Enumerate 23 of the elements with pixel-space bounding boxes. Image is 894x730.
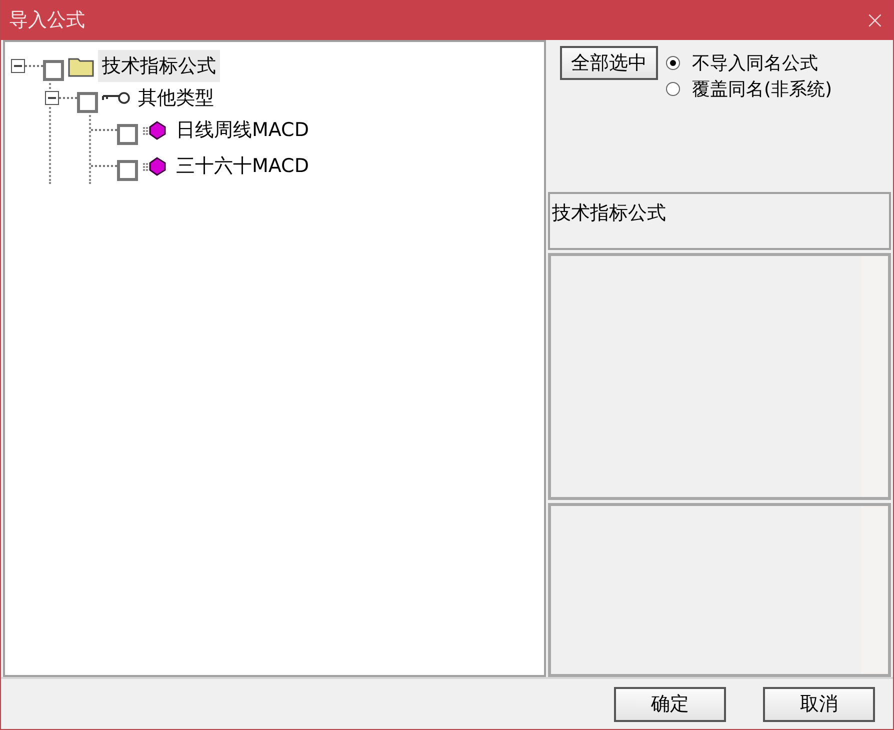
collapse-toggle[interactable] — [11, 59, 25, 73]
dialog-button[interactable]: 确定 — [614, 686, 726, 722]
key-icon — [102, 91, 130, 105]
radio-button[interactable] — [666, 82, 680, 96]
option-label[interactable]: 不导入同名公式 — [692, 51, 818, 75]
select-all-button[interactable]: 全部选中 — [560, 46, 658, 80]
tree-item[interactable]: 技术指标公式 — [98, 50, 220, 82]
tree-item[interactable]: 日线周线MACD — [172, 114, 313, 146]
checkbox[interactable] — [117, 124, 138, 144]
checkbox[interactable] — [117, 160, 138, 180]
option-label[interactable]: 覆盖同名(非系统) — [692, 77, 832, 101]
tree-item[interactable]: 其他类型 — [134, 82, 218, 114]
collapse-toggle[interactable] — [45, 91, 59, 105]
window-title: 导入公式 — [9, 8, 85, 33]
radio-button[interactable] — [666, 56, 680, 70]
dialog-button[interactable]: 取消 — [763, 686, 875, 722]
checkbox[interactable] — [43, 60, 64, 80]
gem-icon — [142, 156, 168, 176]
info-text: 技术指标公式 — [552, 202, 666, 224]
tree-item[interactable]: 三十六十MACD — [172, 150, 313, 182]
checkbox[interactable] — [77, 92, 98, 112]
gem-icon — [142, 120, 168, 140]
close-button[interactable]: × — [864, 8, 885, 32]
